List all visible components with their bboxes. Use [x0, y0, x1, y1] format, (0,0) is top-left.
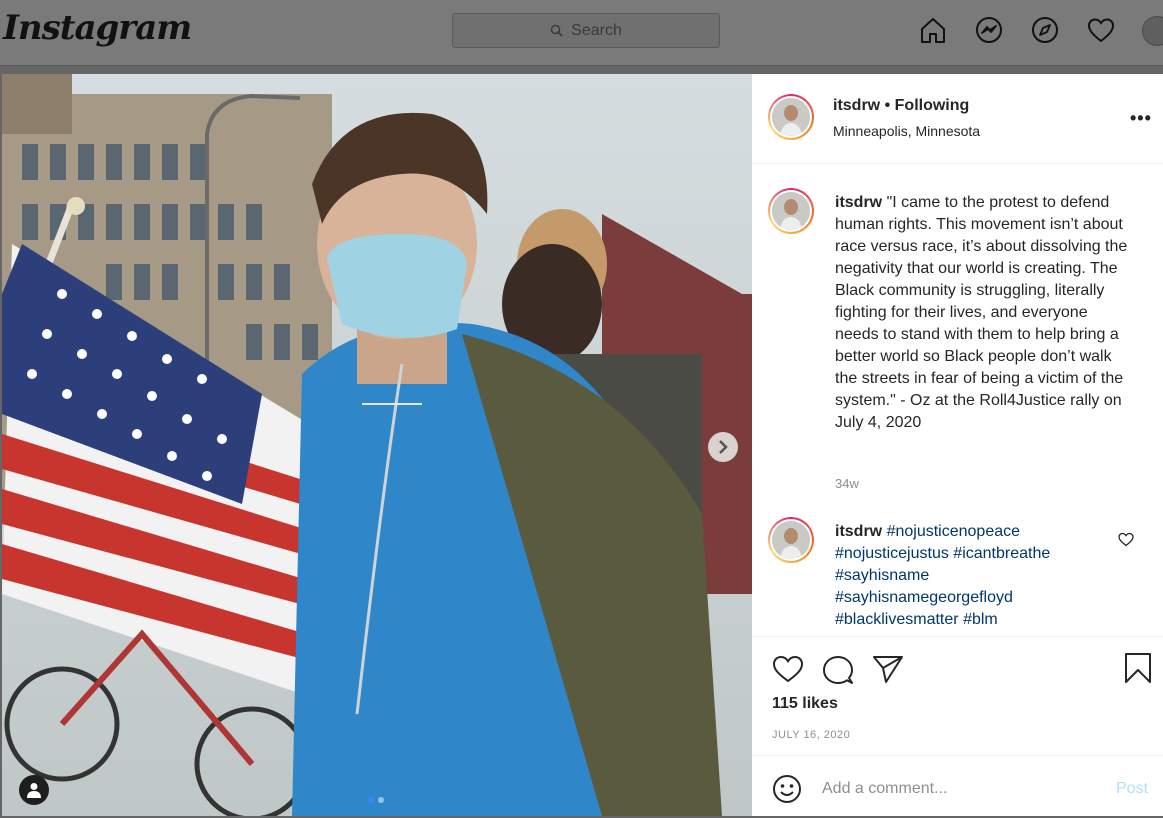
comment-bubble-icon[interactable]: [822, 654, 854, 691]
search-icon: [550, 24, 563, 37]
like-comment-heart-icon[interactable]: [1118, 532, 1134, 552]
post-details-panel: itsdrw • Following Minneapolis, Minnesot…: [752, 74, 1163, 816]
caption-username[interactable]: itsdrw: [835, 194, 882, 211]
post-actions: 115 likes JULY 16, 2020 Add a comment...…: [752, 636, 1163, 817]
post-caption: itsdrw "I came to the protest to defend …: [835, 192, 1131, 434]
carousel-dot: [378, 797, 384, 803]
emoji-icon[interactable]: [772, 774, 802, 809]
hashtag-link[interactable]: #nojusticenopeace: [887, 523, 1020, 540]
like-count[interactable]: 115 likes: [772, 695, 838, 713]
search-input[interactable]: Search: [452, 13, 720, 48]
author-username[interactable]: itsdrw: [833, 97, 880, 114]
search-placeholder: Search: [571, 21, 622, 39]
hashtag-link[interactable]: #blacklivesmatter: [835, 611, 959, 628]
more-options-button[interactable]: •••: [1130, 108, 1152, 129]
messenger-icon[interactable]: [974, 15, 1004, 45]
hashtag-link[interactable]: #sayhisname: [835, 567, 929, 584]
next-slide-button[interactable]: [708, 432, 738, 462]
caption-avatar[interactable]: [768, 188, 814, 234]
hashtag-comment: itsdrw #nojusticenopeace #nojusticejustu…: [835, 521, 1105, 631]
follow-separator: •: [884, 97, 891, 114]
profile-avatar[interactable]: [1142, 16, 1163, 46]
hashtag-link[interactable]: #sayhisnamegeorgefloyd: [835, 589, 1013, 606]
home-icon[interactable]: [918, 15, 948, 45]
post-photo[interactable]: [2, 74, 752, 816]
post-comment-button[interactable]: Post: [1116, 780, 1148, 798]
post-location[interactable]: Minneapolis, Minnesota: [833, 123, 980, 139]
comment-input[interactable]: Add a comment...: [822, 780, 947, 798]
share-paper-plane-icon[interactable]: [872, 654, 904, 689]
explore-icon[interactable]: [1030, 15, 1060, 45]
comment-avatar[interactable]: [768, 517, 814, 563]
comment-bar: Add a comment... Post: [752, 755, 1163, 818]
instagram-logo[interactable]: Instagram: [3, 8, 192, 48]
chevron-right-icon: [719, 440, 728, 454]
top-nav: Instagram Search: [0, 0, 1163, 66]
protest-photo-image: [2, 74, 752, 816]
activity-heart-icon[interactable]: [1086, 15, 1116, 45]
hashtag-link[interactable]: #nojusticejustus: [835, 545, 949, 562]
carousel-dot-active: [368, 797, 374, 803]
caption-timestamp[interactable]: 34w: [835, 476, 859, 491]
following-button[interactable]: Following: [895, 97, 970, 114]
post-header: itsdrw • Following Minneapolis, Minnesot…: [752, 74, 1163, 164]
save-bookmark-icon[interactable]: [1124, 652, 1152, 689]
comment-username[interactable]: itsdrw: [835, 523, 882, 540]
carousel-indicator: [368, 797, 384, 803]
caption-text: "I came to the protest to defend human r…: [835, 194, 1128, 431]
user-icon: [27, 783, 41, 798]
tagged-users-button[interactable]: [19, 775, 49, 805]
post-date[interactable]: JULY 16, 2020: [772, 729, 850, 741]
hashtag-link[interactable]: #blm: [963, 611, 998, 628]
like-heart-icon[interactable]: [772, 654, 804, 689]
hashtag-link[interactable]: #icantbreathe: [953, 545, 1050, 562]
author-avatar[interactable]: [768, 94, 814, 140]
